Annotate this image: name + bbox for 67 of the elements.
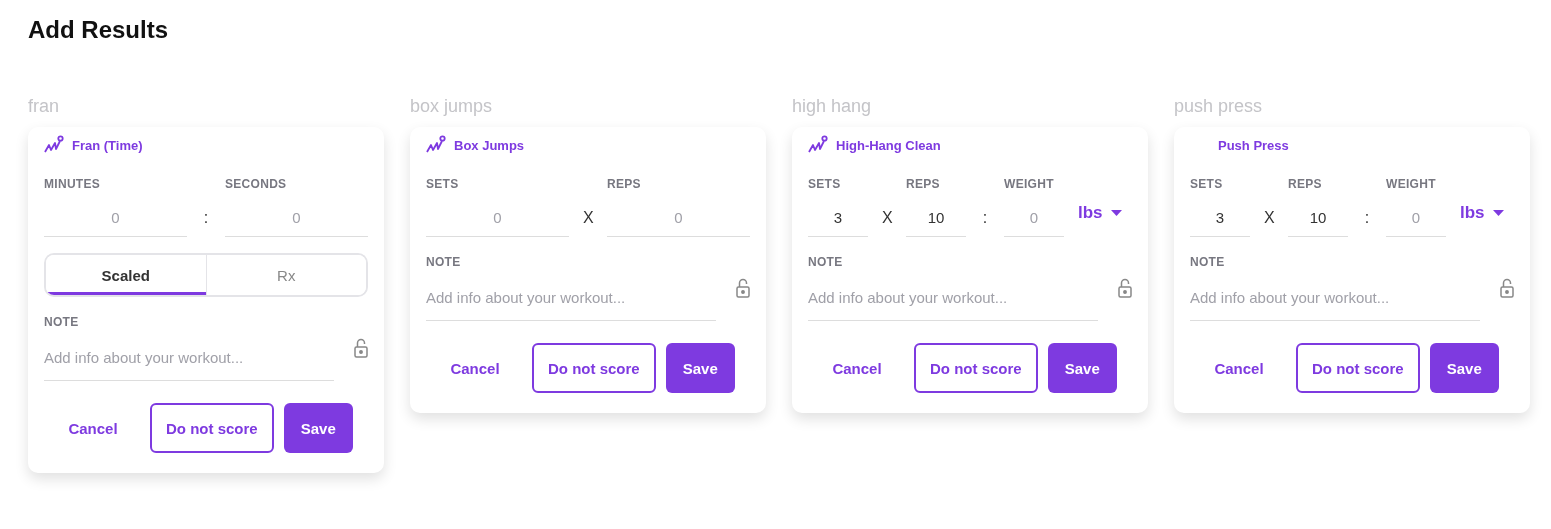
cancel-button[interactable]: Cancel xyxy=(46,404,140,452)
number-field[interactable]: 3 xyxy=(1190,203,1250,237)
field-label: REPS xyxy=(1288,177,1323,191)
workout-name: High-Hang Clean xyxy=(836,137,941,153)
number-field[interactable]: 0 xyxy=(607,203,750,237)
trend-line-icon xyxy=(426,135,446,155)
cancel-button[interactable]: Cancel xyxy=(1192,344,1286,392)
save-button[interactable]: Save xyxy=(665,343,735,393)
do-not-score-button[interactable]: Do not score xyxy=(150,403,274,453)
note-field[interactable]: Add info about your workout... xyxy=(1190,281,1480,321)
field-label: NOTE xyxy=(426,255,462,269)
unlocked-lock-icon[interactable] xyxy=(1118,278,1132,298)
save-button[interactable]: Save xyxy=(1429,343,1499,393)
do-not-score-button[interactable]: Do not score xyxy=(914,343,1038,393)
workout-label: push press xyxy=(1174,96,1264,117)
note-field[interactable]: Add info about your workout... xyxy=(808,281,1098,321)
field-label: WEIGHT xyxy=(1004,177,1055,191)
workout-label: box jumps xyxy=(410,96,494,117)
unlocked-lock-icon[interactable] xyxy=(1500,278,1514,298)
save-button[interactable]: Save xyxy=(1047,343,1117,393)
save-button[interactable]: Save xyxy=(283,403,353,453)
field-label: REPS xyxy=(607,177,642,191)
cancel-button[interactable]: Cancel xyxy=(428,344,522,392)
workout-name: Fran (Time) xyxy=(72,137,143,153)
separator: X xyxy=(1264,209,1274,228)
unlocked-lock-icon[interactable] xyxy=(736,278,750,298)
trend-line-icon xyxy=(44,135,64,155)
number-field[interactable]: 0 xyxy=(44,203,188,237)
workout-label: high hang xyxy=(792,96,873,117)
unlocked-lock-icon[interactable] xyxy=(354,338,368,358)
number-field[interactable]: 0 xyxy=(1004,203,1064,237)
trend-line-icon xyxy=(808,135,828,155)
separator: : xyxy=(1363,209,1371,228)
field-label: NOTE xyxy=(1190,255,1226,269)
separator: : xyxy=(202,209,210,228)
separator: X xyxy=(583,209,593,228)
cancel-button[interactable]: Cancel xyxy=(810,344,904,392)
field-label: WEIGHT xyxy=(1386,177,1437,191)
number-field[interactable]: 10 xyxy=(906,203,966,237)
caret-icon xyxy=(1110,210,1122,216)
field-label: SETS xyxy=(1190,177,1224,191)
note-field[interactable]: Add info about your workout... xyxy=(44,341,334,381)
field-label: NOTE xyxy=(808,255,844,269)
toggle-tab[interactable]: Scaled xyxy=(46,255,207,295)
unit-dropdown[interactable]: lbs xyxy=(1078,203,1122,237)
field-label: MINUTES xyxy=(44,177,102,191)
separator: X xyxy=(882,209,892,228)
number-field[interactable]: 0 xyxy=(426,203,569,237)
do-not-score-button[interactable]: Do not score xyxy=(1296,343,1420,393)
workout-name: Push Press xyxy=(1218,137,1289,153)
page-title: Add Results xyxy=(28,16,169,44)
field-label: SETS xyxy=(426,177,460,191)
number-field[interactable]: 3 xyxy=(808,203,868,237)
do-not-score-button[interactable]: Do not score xyxy=(532,343,656,393)
unit-dropdown[interactable]: lbs xyxy=(1460,203,1504,237)
note-field[interactable]: Add info about your workout... xyxy=(426,281,716,321)
separator: : xyxy=(981,209,989,228)
workout-name: Box Jumps xyxy=(454,137,525,153)
caret-icon xyxy=(1492,210,1504,216)
number-field[interactable]: 10 xyxy=(1288,203,1348,237)
field-label: NOTE xyxy=(44,315,80,329)
number-field[interactable]: 0 xyxy=(1386,203,1446,237)
field-label: REPS xyxy=(906,177,941,191)
workout-label: fran xyxy=(28,96,61,117)
field-label: SECONDS xyxy=(224,177,288,191)
field-label: SETS xyxy=(808,177,842,191)
number-field[interactable]: 0 xyxy=(224,203,368,237)
